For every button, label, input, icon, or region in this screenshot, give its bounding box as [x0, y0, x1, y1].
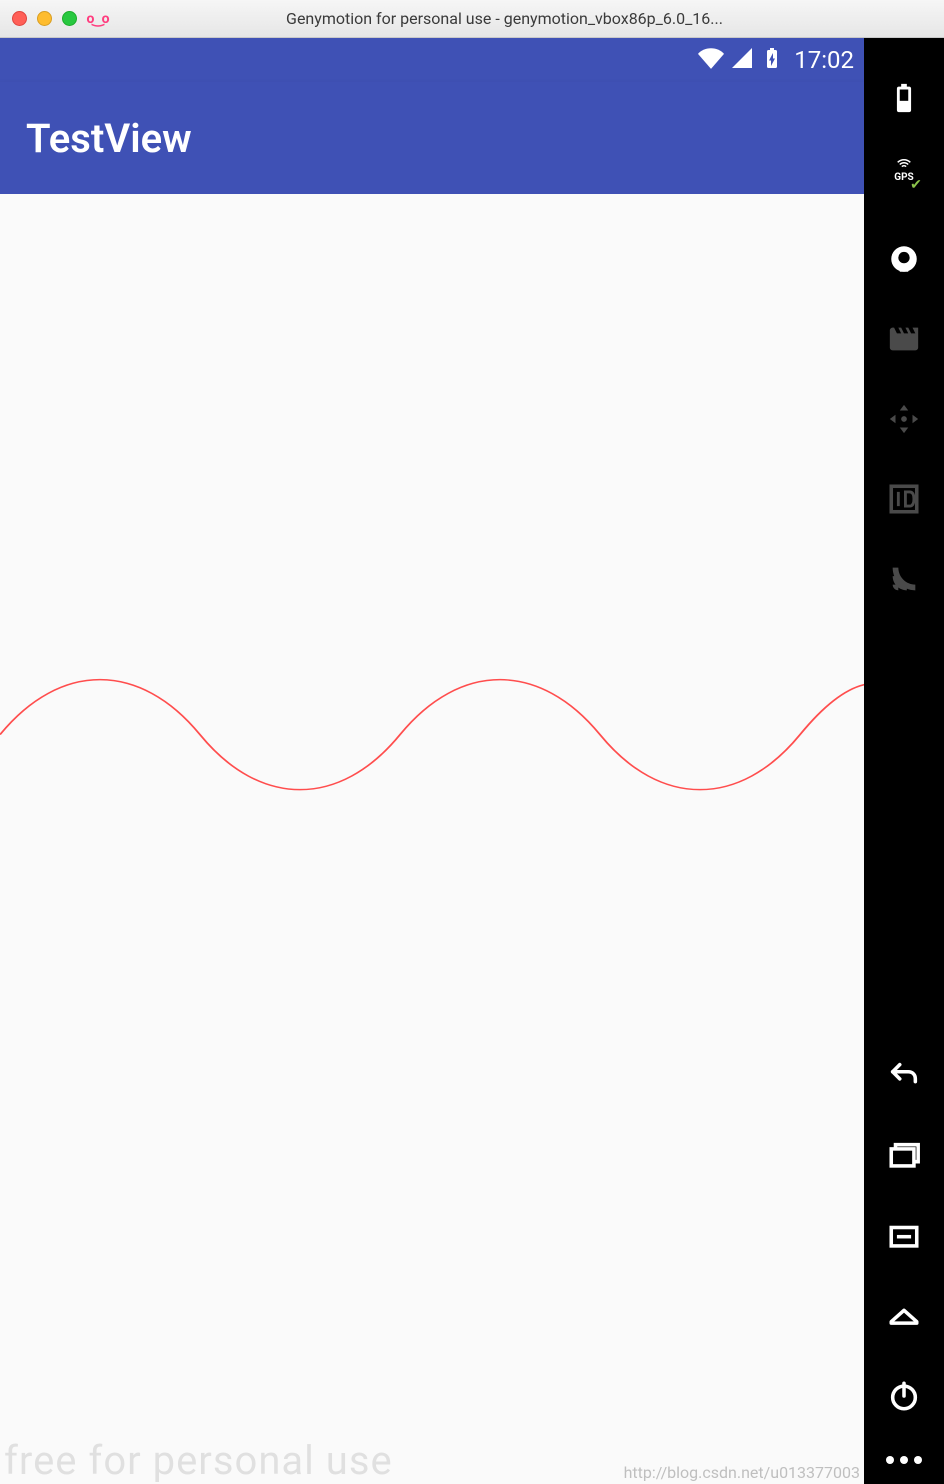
dpad-widget-icon[interactable] — [884, 399, 924, 439]
more-options-button[interactable] — [886, 1456, 922, 1464]
genymotion-toolbar: GPS ✔ — [864, 38, 944, 1484]
back-button[interactable] — [884, 1056, 924, 1096]
device-screen[interactable]: 17:02 TestView free for personal use htt… — [0, 38, 864, 1484]
emulator-frame: 17:02 TestView free for personal use htt… — [0, 38, 944, 1484]
app-title: TestView — [26, 115, 192, 162]
screencast-widget-icon[interactable] — [884, 319, 924, 359]
gps-enabled-check-icon: ✔ — [910, 177, 922, 193]
minimize-window-button[interactable] — [37, 11, 52, 26]
status-time: 17:02 — [794, 46, 854, 74]
home-button[interactable] — [884, 1296, 924, 1336]
app-content — [0, 194, 864, 1484]
battery-charging-icon — [760, 46, 784, 74]
power-button[interactable] — [884, 1376, 924, 1416]
menu-button[interactable] — [884, 1216, 924, 1256]
traffic-lights — [12, 11, 77, 26]
identifiers-widget-icon[interactable] — [884, 479, 924, 519]
wifi-icon — [698, 45, 724, 75]
maximize-window-button[interactable] — [62, 11, 77, 26]
watermark-blog-url: http://blog.csdn.net/u013377003 — [624, 1463, 860, 1482]
watermark-personal-use: free for personal use — [4, 1437, 393, 1484]
sine-wave — [0, 654, 864, 874]
camera-widget-icon[interactable] — [884, 239, 924, 279]
genymotion-app-icon: o‿o — [87, 9, 107, 29]
gps-widget-icon[interactable]: GPS ✔ — [891, 156, 917, 201]
cellular-icon — [730, 46, 754, 74]
android-app-bar: TestView — [0, 82, 864, 194]
battery-widget-icon[interactable] — [884, 78, 924, 118]
close-window-button[interactable] — [12, 11, 27, 26]
android-status-bar: 17:02 — [0, 38, 864, 82]
recent-apps-button[interactable] — [884, 1136, 924, 1176]
network-widget-icon[interactable] — [884, 559, 924, 599]
mac-titlebar: o‿o Genymotion for personal use - genymo… — [0, 0, 944, 38]
window-title: Genymotion for personal use - genymotion… — [117, 9, 932, 28]
